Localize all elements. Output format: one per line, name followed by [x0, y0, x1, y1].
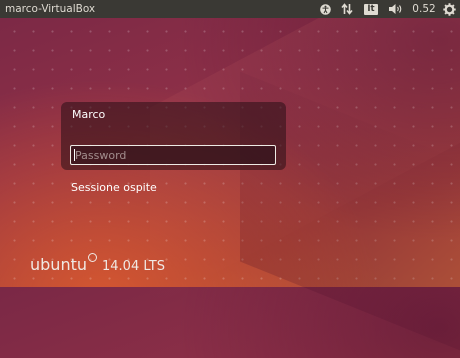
accessibility-icon[interactable] — [318, 0, 332, 18]
network-arrows-icon[interactable] — [340, 0, 354, 18]
keyboard-layout-indicator[interactable]: It — [362, 0, 380, 18]
top-panel: marco-VirtualBox It 0.52 — [0, 0, 460, 18]
keyboard-layout-label: It — [364, 3, 378, 15]
ubuntu-logo: ubuntu 14.04 LTS — [30, 253, 165, 274]
hostname-label: marco-VirtualBox — [5, 3, 96, 15]
text-cursor — [74, 149, 75, 161]
user-name-label[interactable]: Marco — [72, 108, 105, 121]
clock-indicator[interactable]: 0.52 — [411, 0, 437, 18]
clock-label: 0.52 — [412, 3, 436, 15]
circle-of-friends-icon — [88, 253, 97, 262]
gear-icon[interactable] — [441, 0, 457, 18]
guest-session-option[interactable]: Sessione ospite — [71, 181, 157, 194]
password-field[interactable] — [70, 145, 276, 165]
version-label: 14.04 LTS — [102, 259, 165, 274]
speaker-volume-icon[interactable] — [387, 0, 405, 18]
brand-wordmark: ubuntu — [30, 255, 87, 274]
